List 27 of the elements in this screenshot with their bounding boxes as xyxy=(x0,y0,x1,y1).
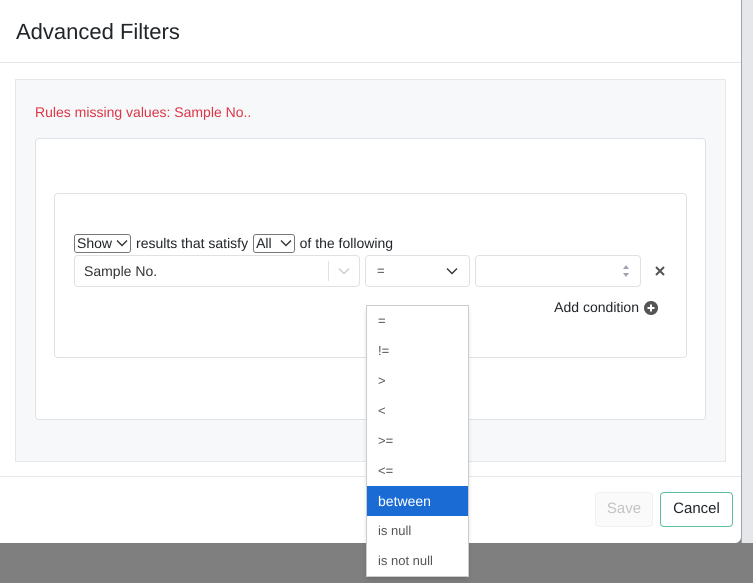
match-select[interactable]: All xyxy=(253,234,295,252)
chevron-down-icon xyxy=(280,239,292,247)
dropdown-option[interactable]: >= xyxy=(367,426,468,456)
value-field[interactable] xyxy=(475,255,641,287)
group-text: of the following xyxy=(300,234,394,253)
dropdown-option[interactable]: < xyxy=(367,396,468,426)
chevron-down-icon xyxy=(446,267,458,275)
spinner-icon[interactable] xyxy=(622,264,630,278)
dropdown-option[interactable]: > xyxy=(367,366,468,396)
dropdown-option[interactable]: <= xyxy=(367,456,468,486)
dropdown-option[interactable]: is not null xyxy=(367,546,468,576)
dropdown-option[interactable]: != xyxy=(367,336,468,366)
group-text: results that satisfy xyxy=(136,234,248,253)
dialog-title: Advanced Filters xyxy=(16,18,180,46)
cancel-button[interactable]: Cancel xyxy=(660,492,733,527)
add-condition-button[interactable]: Add condition xyxy=(554,297,658,318)
dropdown-option[interactable]: = xyxy=(367,306,468,336)
chevron-down-icon xyxy=(116,239,128,247)
operator-select[interactable]: = xyxy=(365,255,470,287)
plus-circle-icon xyxy=(644,300,658,314)
field-select[interactable]: Sample No. xyxy=(74,255,360,287)
dropdown-option[interactable]: is null xyxy=(367,516,468,546)
show-select[interactable]: Show xyxy=(74,234,132,252)
dropdown-option[interactable]: between xyxy=(367,486,468,516)
chevron-down-icon xyxy=(338,267,350,275)
close-icon[interactable] xyxy=(655,266,665,276)
error-message: Rules missing values: Sample No.. xyxy=(35,103,252,122)
